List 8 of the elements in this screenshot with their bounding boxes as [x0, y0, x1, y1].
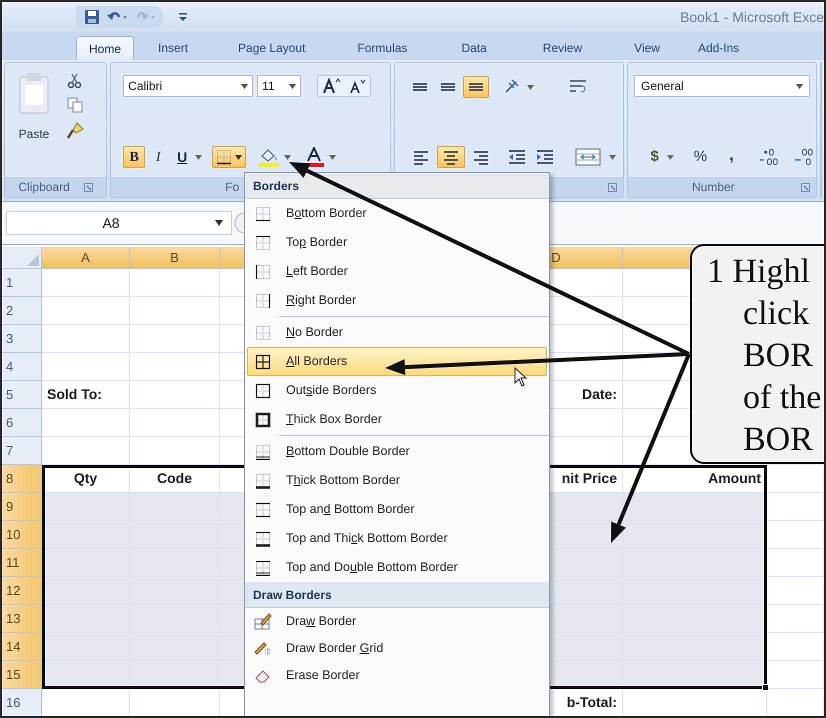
callout-text: 1 Highl click BOR of the BOR: [707, 252, 822, 460]
group-label: Number: [692, 179, 736, 196]
group-label: Clipboard: [18, 179, 70, 196]
group-label: Fo: [225, 179, 240, 196]
menu-header: Borders: [245, 173, 549, 199]
table-cell: Sold To:: [42, 381, 130, 409]
window-title: Book1 - Microsoft Exce: [680, 8, 824, 26]
menu-header: Draw Borders: [245, 582, 549, 608]
